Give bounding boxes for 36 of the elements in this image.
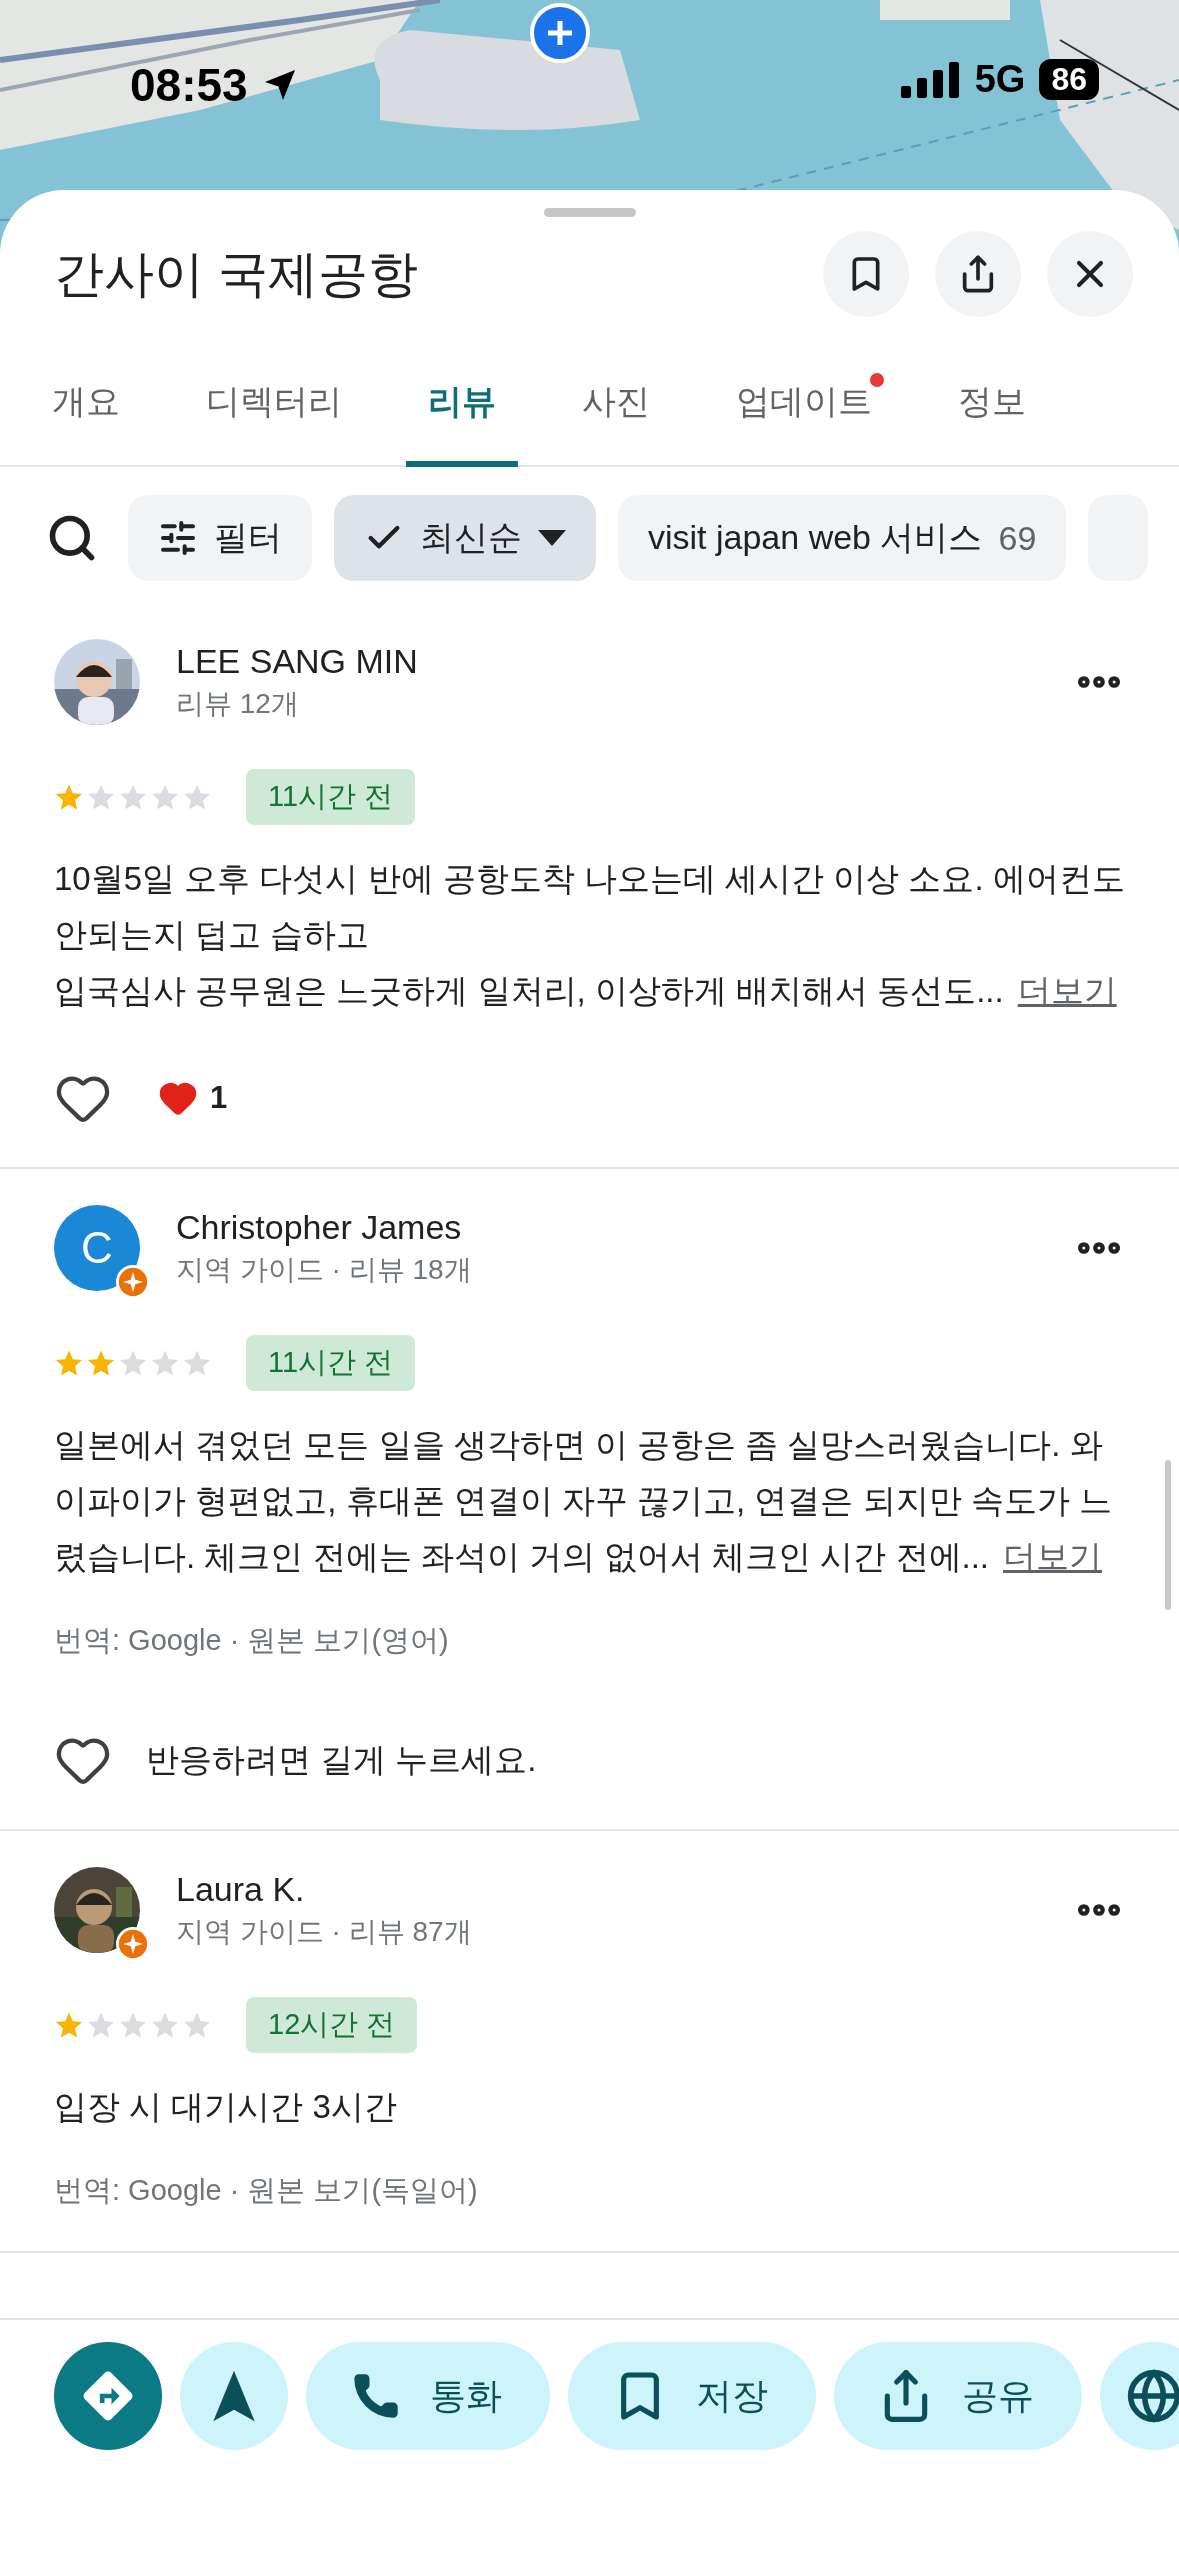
call-button[interactable]: 통화 bbox=[306, 2342, 550, 2450]
more-link[interactable]: 더보기 bbox=[1017, 972, 1117, 1009]
review-text: 입장 시 대기시간 3시간 bbox=[54, 2087, 398, 2127]
tab[interactable]: 사진 bbox=[560, 361, 672, 467]
reviewer-name[interactable]: Christopher James bbox=[176, 1207, 1037, 1247]
topic-count: 69 bbox=[998, 518, 1037, 558]
reviewer-meta: 리뷰 12개 bbox=[176, 686, 300, 721]
translation-note[interactable]: 번역: Google · 원본 보기(영어) bbox=[54, 1621, 1125, 1661]
save-button[interactable]: 저장 bbox=[568, 2342, 816, 2450]
tab[interactable]: 업데이트 bbox=[714, 361, 894, 467]
reviewer-meta: 지역 가이드 · 리뷰 18개 bbox=[176, 1252, 473, 1287]
topic-chip[interactable]: visit japan web 서비스 69 bbox=[618, 495, 1067, 581]
reaction-hint: 반응하려면 길게 누르세요. bbox=[146, 1739, 537, 1780]
translation-note[interactable]: 번역: Google · 원본 보기(독일어) bbox=[54, 2171, 1125, 2211]
battery-level: 86 bbox=[1039, 59, 1099, 100]
reaction-count: 1 bbox=[210, 1080, 228, 1116]
tab[interactable]: 디렉터리 bbox=[184, 361, 364, 467]
tab[interactable]: 리뷰 bbox=[406, 361, 518, 467]
reviewer-name[interactable]: LEE SANG MIN bbox=[176, 641, 1037, 681]
user-avatar[interactable]: C bbox=[54, 1205, 140, 1291]
place-title: 간사이 국제공항 bbox=[54, 244, 418, 304]
more-link[interactable]: 더보기 bbox=[1003, 1538, 1103, 1575]
share-button[interactable]: 공유 bbox=[834, 2342, 1082, 2450]
tab[interactable]: 개요 bbox=[30, 361, 142, 467]
review-time: 11시간 전 bbox=[246, 769, 416, 825]
sort-chip[interactable]: 최신순 bbox=[334, 495, 596, 581]
network-label: 5G bbox=[974, 58, 1026, 101]
review-text: 10월5일 오후 다섯시 반에 공항도착 나오는데 세시간 이상 소요. 에어컨도 안되는지 덥고 습하고 입국심사 공무원은 느긋하게 일처리, 이상하게 배치해서 동선도... 더보기 bbox=[54, 859, 1125, 1011]
reviewer-meta: 지역 가이드 · 리뷰 87개 bbox=[176, 1914, 473, 1949]
tab[interactable]: 정보 bbox=[936, 361, 1048, 467]
review-time: 12시간 전 bbox=[246, 1997, 418, 2053]
reviewer-name[interactable]: Laura K. bbox=[176, 1869, 1037, 1909]
review-time: 11시간 전 bbox=[246, 1335, 416, 1391]
filter-chip[interactable]: 필터 bbox=[128, 495, 312, 581]
clock-time: 08:53 bbox=[130, 58, 248, 112]
review-text: 일본에서 겪었던 모든 일을 생각하면 이 공항은 좀 실망스러웠습니다. 와이파이가 형편없고, 휴대폰 연결이 자꾸 끊기고, 연결은 되지만 속도가 느렸습니다. 체크인 전에는 좌석이 거의 없어서 체크인 시간 전에... 더보기 bbox=[54, 1425, 1113, 1577]
